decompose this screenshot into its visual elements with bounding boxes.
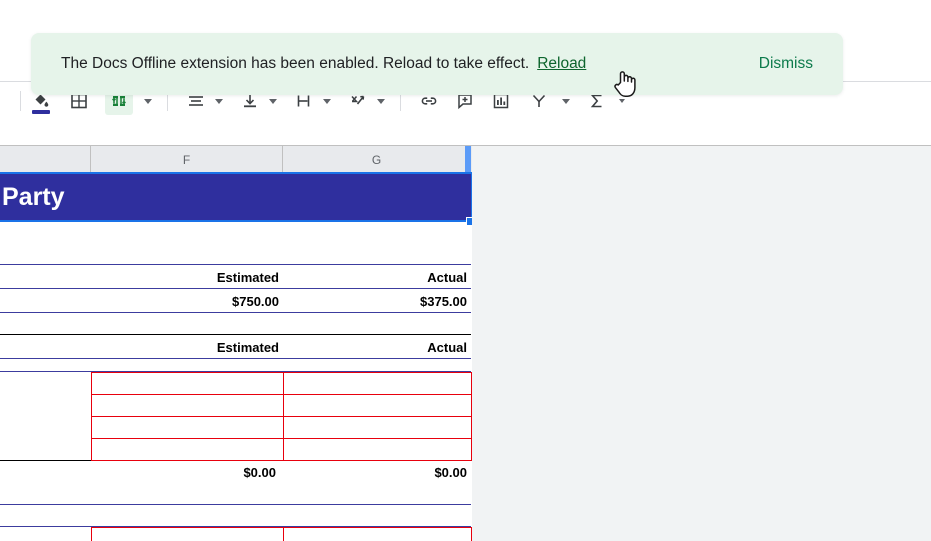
cell-f-estimated-total-1[interactable]: $750.00 (91, 289, 283, 313)
row-blank-1[interactable] (0, 220, 472, 265)
chevron-down-icon (144, 98, 152, 104)
cell-g-entry-3[interactable] (283, 416, 472, 439)
mouse-cursor (612, 68, 638, 105)
cell-g-actual-1[interactable]: Actual (283, 265, 471, 289)
row-blank-5[interactable] (0, 505, 472, 527)
pointer-hand-cursor-icon (614, 71, 636, 97)
dismiss-button[interactable]: Dismiss (759, 55, 813, 73)
offline-notification-toast: The Docs Offline extension has been enab… (31, 33, 843, 95)
cell-f-entry-2[interactable] (91, 394, 284, 417)
cell-g-entry-2[interactable] (283, 394, 472, 417)
chevron-down-icon (562, 98, 570, 104)
cell-g-entry-1[interactable] (283, 372, 472, 395)
cell-f-estimated-2[interactable]: Estimated (91, 335, 283, 359)
column-header-g[interactable]: G (283, 146, 471, 174)
row-total-1[interactable]: $750.00 $375.00 (0, 289, 472, 313)
row-total-2[interactable]: $0.00 $0.00 (0, 461, 472, 483)
cell-f-estimated-total-2[interactable]: $0.00 (91, 461, 280, 483)
column-selection-indicator (465, 146, 471, 174)
reload-link[interactable]: Reload (537, 55, 586, 73)
spreadsheet-grid[interactable]: F G Party Estimated Actual $750.00 $375.… (0, 146, 472, 541)
cell-g-entry-5[interactable] (283, 527, 472, 541)
merged-title-text: Party (2, 182, 65, 211)
toolbar-separator (20, 91, 21, 111)
spreadsheet-app: F G Party Estimated Actual $750.00 $375.… (0, 0, 931, 541)
cell-g-actual-total-1[interactable]: $375.00 (283, 289, 471, 313)
column-header-f-label: F (182, 152, 191, 167)
notification-message: The Docs Offline extension has been enab… (61, 55, 530, 72)
cell-g-actual-total-2[interactable]: $0.00 (283, 461, 471, 483)
grid-empty-pane (471, 146, 931, 541)
cell-f-entry-3[interactable] (91, 416, 284, 439)
cell-f-entry-5[interactable] (91, 527, 284, 541)
cell-f-estimated-1[interactable]: Estimated (91, 265, 283, 289)
row-header-2[interactable]: Estimated Actual (0, 335, 472, 359)
column-header-g-label: G (371, 152, 382, 167)
merged-title-cell[interactable]: Party (0, 174, 471, 220)
cell-f-entry-4[interactable] (91, 438, 284, 461)
column-header-f[interactable]: F (91, 146, 283, 174)
row-blank-2[interactable] (0, 313, 472, 335)
cell-f-entry-1[interactable] (91, 372, 284, 395)
chevron-down-icon (377, 98, 385, 104)
row-header-1[interactable]: Estimated Actual (0, 265, 472, 289)
cell-g-entry-4[interactable] (283, 438, 472, 461)
row-blank-4[interactable] (0, 483, 472, 505)
cell-g-actual-2[interactable]: Actual (283, 335, 471, 359)
chevron-down-icon (215, 98, 223, 104)
column-header-e[interactable] (0, 146, 91, 174)
chevron-down-icon (323, 98, 331, 104)
chevron-down-icon (269, 98, 277, 104)
